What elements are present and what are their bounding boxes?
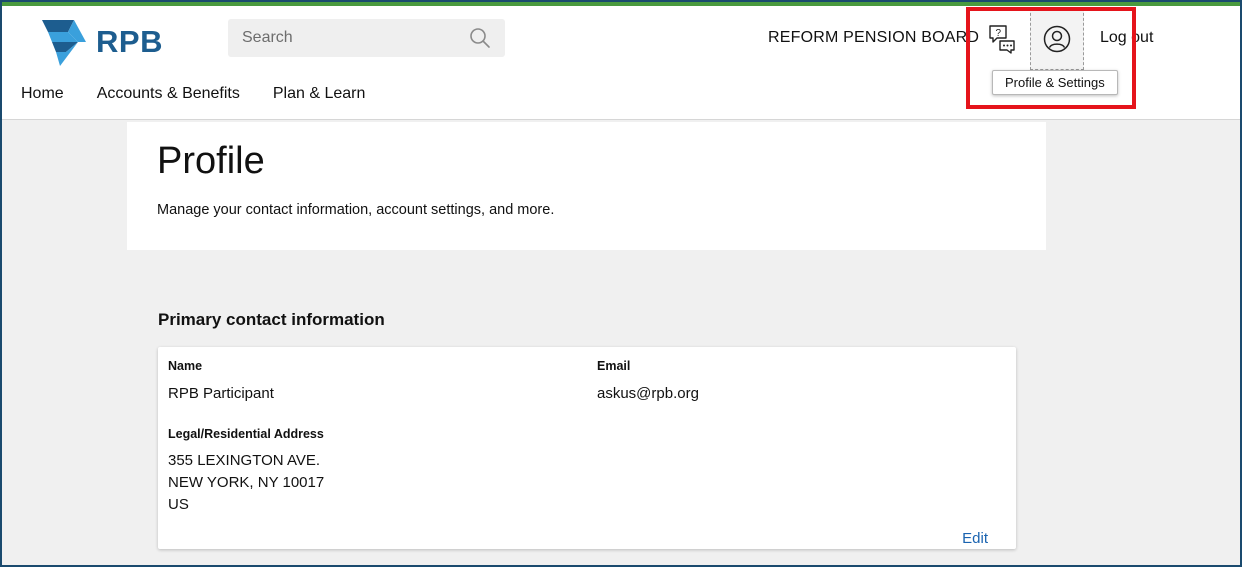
brand-name: RPB — [96, 24, 163, 59]
address-line: NEW YORK, NY 10017 — [168, 474, 325, 491]
svg-text:?: ? — [996, 28, 1002, 39]
name-value: RPB Participant — [168, 385, 274, 402]
name-label: Name — [168, 359, 203, 373]
page-subtitle: Manage your contact information, account… — [157, 202, 555, 218]
site-header: RPB REFORM PENSION BOARD ? — [2, 6, 1240, 120]
email-value: askus@rpb.org — [597, 385, 699, 402]
page-title: Profile — [157, 140, 265, 182]
rpb-logo[interactable]: RPB — [40, 16, 163, 68]
profile-settings-button[interactable] — [1030, 8, 1084, 70]
address-label: Legal/Residential Address — [168, 427, 324, 441]
profile-intro-card: Profile Manage your contact information,… — [127, 122, 1046, 250]
contact-info-card: Name RPB Participant Email askus@rpb.org… — [158, 347, 1016, 549]
help-button[interactable]: ? — [986, 22, 1018, 54]
section-title-contact: Primary contact information — [158, 310, 385, 329]
email-label: Email — [597, 359, 631, 373]
star-logo-icon — [42, 20, 86, 66]
nav-item-accounts-benefits[interactable]: Accounts & Benefits — [97, 85, 240, 103]
address-line: 355 LEXINGTON AVE. — [168, 452, 321, 469]
browser-frame: RPB REFORM PENSION BOARD ? — [2, 2, 1240, 565]
address-value: 355 LEXINGTON AVE. NEW YORK, NY 10017 US — [168, 450, 324, 516]
search-input[interactable] — [242, 29, 469, 47]
logout-link[interactable]: Log out — [1100, 29, 1153, 47]
main-nav: Home Accounts & Benefits Plan & Learn — [21, 85, 398, 103]
organization-name: REFORM PENSION BOARD — [768, 29, 980, 46]
search-icon[interactable] — [469, 27, 491, 49]
nav-item-plan-learn[interactable]: Plan & Learn — [273, 85, 366, 103]
address-line: US — [168, 496, 189, 513]
profile-settings-tooltip: Profile & Settings — [992, 70, 1118, 95]
help-chat-icon: ? — [989, 25, 1015, 54]
edit-contact-link[interactable]: Edit — [962, 530, 988, 547]
user-profile-icon — [1043, 25, 1071, 53]
nav-item-home[interactable]: Home — [21, 85, 64, 103]
search-box[interactable] — [228, 19, 505, 57]
